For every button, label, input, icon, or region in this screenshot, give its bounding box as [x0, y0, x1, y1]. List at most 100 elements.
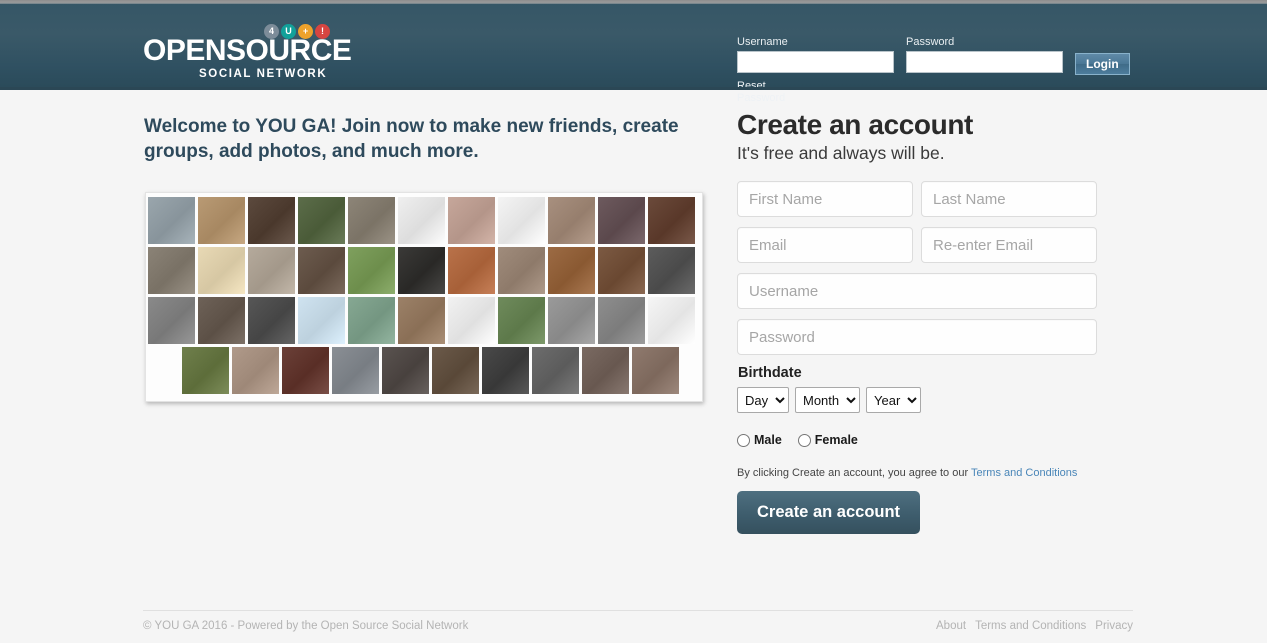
reenter-email-input[interactable]	[921, 227, 1097, 263]
left-column: Welcome to YOU GA! Join now to make new …	[143, 114, 713, 402]
birthdate-label: Birthdate	[738, 365, 802, 381]
avatar-man-hand-chin[interactable]	[348, 197, 395, 244]
footer-link-group: About Terms and Conditions Privacy	[936, 620, 1133, 632]
gender-female-radio[interactable]	[797, 433, 811, 447]
password-input[interactable]	[737, 319, 1097, 355]
avatar-man-sunglasses[interactable]	[148, 197, 195, 244]
gender-female-option[interactable]: Female	[797, 433, 858, 447]
footer-link-privacy[interactable]: Privacy	[1095, 620, 1133, 632]
avatar-image	[148, 247, 195, 294]
avatar-man-straw-hat[interactable]	[198, 197, 245, 244]
avatar-face-bw-closeup[interactable]	[598, 297, 645, 344]
avatar-blue-monster-cartoon[interactable]	[448, 297, 495, 344]
avatar-row	[146, 197, 702, 247]
last-name-input[interactable]	[921, 181, 1097, 217]
avatar-man-green-tshirt[interactable]	[498, 297, 545, 344]
avatar-landscape-photo[interactable]	[348, 297, 395, 344]
login-username-input[interactable]	[737, 51, 894, 73]
email-input[interactable]	[737, 227, 913, 263]
avatar-man-laughing[interactable]	[598, 247, 645, 294]
avatar-man-suit[interactable]	[398, 247, 445, 294]
avatar-man-outdoors[interactable]	[548, 247, 595, 294]
avatar-image	[648, 197, 695, 244]
gender-male-option[interactable]: Male	[737, 433, 782, 447]
avatar-man-glasses-bw[interactable]	[248, 297, 295, 344]
footer-link-terms-and-conditions[interactable]: Terms and Conditions	[975, 620, 1086, 632]
avatar-blue-creature-cartoon[interactable]	[648, 297, 695, 344]
avatar-row	[146, 297, 702, 347]
create-account-button[interactable]: Create an account	[737, 491, 921, 534]
avatar-image	[198, 297, 245, 344]
username-field-row	[737, 273, 1097, 309]
footer-copyright: © YOU GA 2016 - Powered by the Open Sour…	[143, 620, 469, 632]
terms-and-conditions-link[interactable]: Terms and Conditions	[971, 467, 1077, 479]
avatar-man-glasses-dark[interactable]	[482, 347, 529, 394]
gender-male-label[interactable]: Male	[754, 433, 782, 447]
avatar-image	[432, 347, 479, 394]
avatar-man-orange-light[interactable]	[448, 247, 495, 294]
avatar-image	[198, 247, 245, 294]
avatar-image	[548, 297, 595, 344]
avatar-image	[448, 297, 495, 344]
avatar-owl-cartoon[interactable]	[198, 247, 245, 294]
main-content: Welcome to YOU GA! Join now to make new …	[0, 90, 1267, 643]
avatar-man-green-shirt[interactable]	[298, 197, 345, 244]
avatar-image	[148, 197, 195, 244]
avatar-man-cowboy-hat[interactable]	[248, 197, 295, 244]
birthdate-day-select[interactable]: Day	[737, 387, 789, 413]
avatar-girl-cartoon[interactable]	[298, 297, 345, 344]
avatar-man-indoors[interactable]	[148, 247, 195, 294]
avatar-woman-glasses-bw[interactable]	[532, 347, 579, 394]
avatar-green-bat-cartoon[interactable]	[498, 197, 545, 244]
avatar-woman-glasses[interactable]	[398, 297, 445, 344]
avatar-woman-bw[interactable]	[148, 297, 195, 344]
avatar-image	[332, 347, 379, 394]
avatar-woman-scarf[interactable]	[232, 347, 279, 394]
avatar-person-bw-portrait[interactable]	[198, 297, 245, 344]
signup-form: Birthdate Day Month Year Male	[737, 181, 1097, 534]
avatar-image	[398, 247, 445, 294]
avatar-bw-portrait[interactable]	[248, 247, 295, 294]
avatar-man-beard[interactable]	[298, 247, 345, 294]
signup-title: Create an account	[737, 109, 973, 140]
avatar-woman-portrait[interactable]	[632, 347, 679, 394]
avatar-image	[598, 247, 645, 294]
avatar-image	[532, 347, 579, 394]
avatar-image	[598, 297, 645, 344]
avatar-woman-looking-down[interactable]	[582, 347, 629, 394]
avatar-caricature-face[interactable]	[348, 247, 395, 294]
avatar-man-beard-books[interactable]	[432, 347, 479, 394]
birthdate-month-select[interactable]: Month	[795, 387, 860, 413]
signup-subtitle: It's free and always will be.	[737, 143, 945, 163]
birthdate-selects: Day Month Year	[737, 387, 1097, 413]
avatar-man-pointing[interactable]	[282, 347, 329, 394]
login-password-input[interactable]	[906, 51, 1063, 73]
avatar-bald-man[interactable]	[382, 347, 429, 394]
avatar-image	[248, 247, 295, 294]
gender-male-radio[interactable]	[737, 433, 750, 447]
avatar-image	[182, 347, 229, 394]
login-username-group: Username	[737, 36, 894, 73]
avatar-man-stubble[interactable]	[498, 247, 545, 294]
avatar-image	[198, 197, 245, 244]
gender-female-label[interactable]: Female	[815, 433, 858, 447]
name-field-row	[737, 181, 1097, 217]
logo-wordmark: OPENSOURCE	[143, 34, 352, 67]
avatar-man-cap[interactable]	[648, 247, 695, 294]
avatar-dragon-emblem[interactable]	[398, 197, 445, 244]
avatar-man-dark-shirt[interactable]	[598, 197, 645, 244]
avatar-man-smiling[interactable]	[548, 197, 595, 244]
avatar-image	[498, 197, 545, 244]
member-avatar-grid	[145, 192, 703, 402]
footer-link-about[interactable]: About	[936, 620, 966, 632]
avatar-woman-smiling[interactable]	[648, 197, 695, 244]
avatar-person-short-hair[interactable]	[548, 297, 595, 344]
birthdate-year-select[interactable]: Year	[866, 387, 921, 413]
avatar-green-texture[interactable]	[182, 347, 229, 394]
first-name-input[interactable]	[737, 181, 913, 217]
username-input[interactable]	[737, 273, 1097, 309]
avatar-young-man-suit[interactable]	[332, 347, 379, 394]
login-button[interactable]: Login	[1075, 53, 1130, 75]
avatar-man-santa-hat[interactable]	[448, 197, 495, 244]
terms-notice-text: By clicking Create an account, you agree…	[737, 467, 971, 479]
